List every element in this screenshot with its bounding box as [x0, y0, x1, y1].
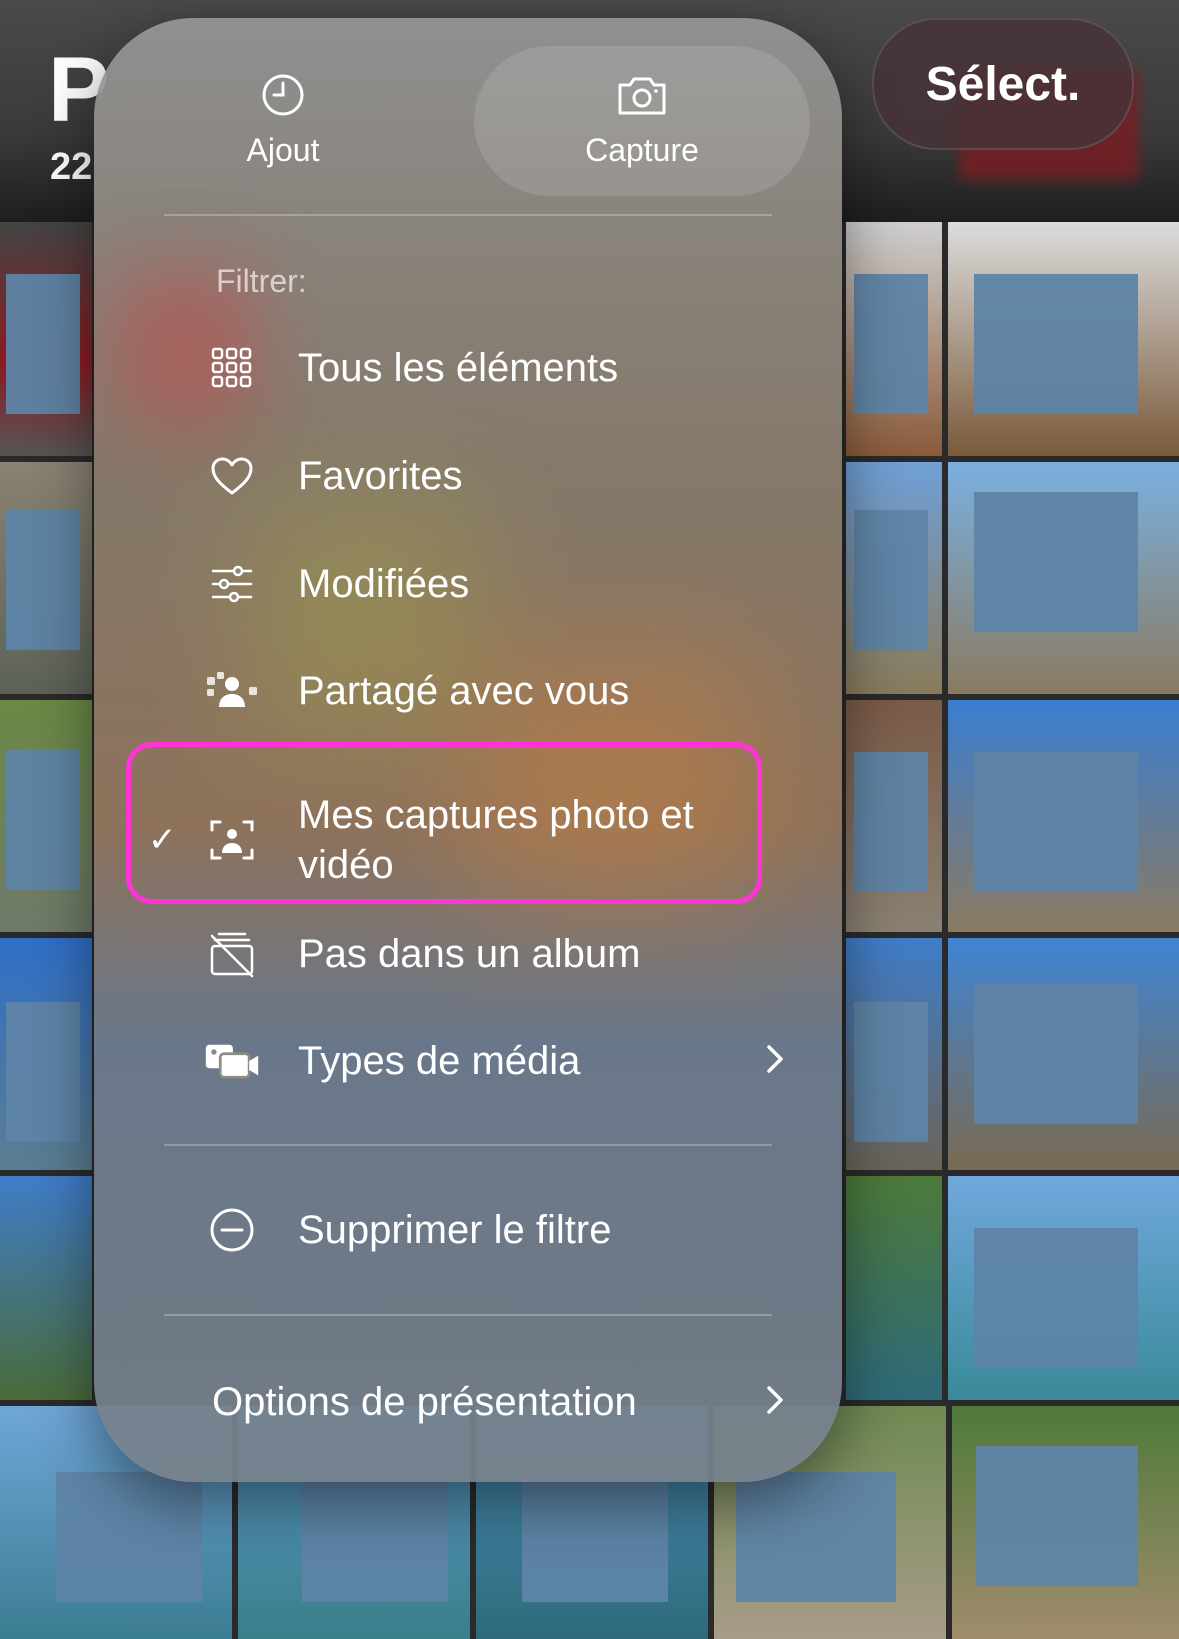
filter-item-label: Pas dans un album — [298, 932, 641, 976]
filter-item-not-in-album[interactable]: Pas dans un album — [134, 906, 784, 1002]
photo-thumbnail[interactable] — [0, 938, 92, 1170]
sort-by-added-label: Ajout — [246, 132, 320, 168]
photo-thumbnail[interactable] — [846, 700, 942, 932]
photo-thumbnail[interactable] — [846, 462, 942, 694]
shared-people-icon — [204, 663, 260, 719]
photo-thumbnail[interactable] — [0, 700, 92, 932]
photo-thumbnail[interactable] — [0, 222, 92, 456]
chevron-right-icon — [766, 1380, 784, 1425]
photo-thumbnail[interactable] — [948, 938, 1179, 1170]
clock-icon — [261, 73, 305, 122]
sort-by-added-button[interactable]: Ajout — [104, 46, 462, 196]
filter-item-label: Tous les éléments — [298, 346, 619, 390]
selected-item-highlight — [126, 742, 762, 904]
select-button[interactable]: Sélect. — [872, 18, 1134, 150]
sliders-icon — [204, 556, 260, 612]
no-album-icon — [204, 926, 260, 982]
heart-icon — [204, 448, 260, 504]
photo-thumbnail[interactable] — [948, 700, 1179, 932]
filter-item-edited[interactable]: Modifiées — [134, 536, 784, 632]
item-count: 22 — [50, 146, 93, 188]
sort-by-capture-button[interactable]: Capture — [474, 46, 810, 196]
media-types-icon — [204, 1033, 260, 1089]
remove-filter-label: Supprimer le filtre — [298, 1208, 612, 1252]
filter-item-label: Partagé avec vous — [298, 669, 630, 713]
menu-divider — [164, 1314, 772, 1316]
photo-thumbnail[interactable] — [948, 222, 1179, 456]
camera-icon — [616, 73, 668, 122]
filter-item-all[interactable]: Tous les éléments — [134, 320, 784, 416]
menu-divider — [164, 214, 772, 216]
view-options-label: Options de présentation — [212, 1380, 637, 1424]
sort-by-capture-label: Capture — [585, 132, 699, 168]
grid-icon — [204, 340, 260, 396]
filter-item-shared-with-you[interactable]: Partagé avec vous — [134, 643, 784, 739]
filter-item-label: Types de média — [298, 1039, 581, 1083]
filter-item-favorites[interactable]: Favorites — [134, 428, 784, 524]
photo-thumbnail[interactable] — [846, 938, 942, 1170]
filter-item-label: Modifiées — [298, 562, 470, 606]
filter-item-media-types[interactable]: Types de média — [134, 1013, 784, 1109]
photo-thumbnail[interactable] — [0, 1176, 92, 1400]
photo-thumbnail[interactable] — [948, 1176, 1179, 1400]
remove-filter-item[interactable]: Supprimer le filtre — [134, 1182, 784, 1278]
chevron-right-icon — [766, 1039, 784, 1084]
photo-thumbnail[interactable] — [846, 1176, 942, 1400]
photo-thumbnail[interactable] — [0, 462, 92, 694]
photo-thumbnail[interactable] — [846, 222, 942, 456]
view-options-item[interactable]: Options de présentation — [134, 1354, 784, 1450]
filter-item-label: Favorites — [298, 454, 463, 498]
menu-divider — [164, 1144, 772, 1146]
filter-section-label: Filtrer: — [216, 263, 307, 299]
photo-thumbnail[interactable] — [948, 462, 1179, 694]
photo-thumbnail[interactable] — [952, 1406, 1179, 1639]
minus-circle-icon — [204, 1202, 260, 1258]
